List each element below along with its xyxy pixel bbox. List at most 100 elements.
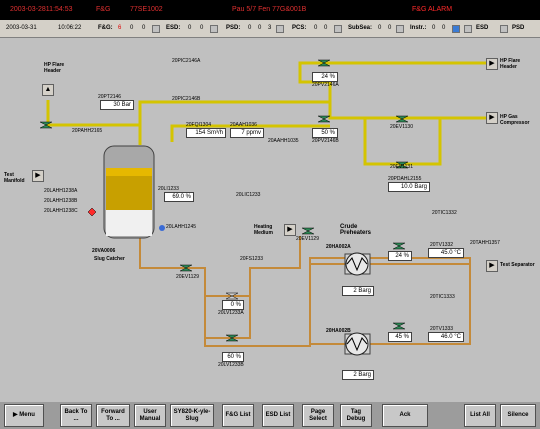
subsea-indicator[interactable] <box>396 25 404 33</box>
back-button[interactable]: Back To ... <box>60 404 92 427</box>
ti1333-value: 46.0 °C <box>428 332 464 342</box>
fg-counter-2: 0 <box>130 25 134 31</box>
alarm-type: F&G ALARM <box>412 6 453 13</box>
lahh1238a-tag: 20LAHH1238A <box>44 188 78 194</box>
vessel-name: Slug Catcher <box>94 256 125 262</box>
pcs-indicator[interactable] <box>334 25 342 33</box>
li1233-tag: 20LI1233 <box>158 186 179 192</box>
fg-indicator[interactable] <box>152 25 160 33</box>
tic1333-tag: 20TIC1333 <box>430 294 455 300</box>
heating-medium-nav[interactable]: ▶ <box>284 224 296 236</box>
alarm-system: F&G <box>96 6 111 13</box>
test-manifold-nav[interactable]: ▶ <box>32 170 44 182</box>
esd-list-button[interactable]: ESD List <box>262 404 294 427</box>
valve-ev1129-heating[interactable] <box>301 227 315 235</box>
status-bar: 2003-03-31 10:06:22 F&G: 6 0 0 ESD: 0 0 … <box>0 20 540 38</box>
psd-mode-label: PSD <box>512 25 525 31</box>
fg-counter-label: F&G: <box>98 25 113 31</box>
lahh1238b-tag: 20LAHH1238B <box>44 198 78 204</box>
valve-pv2146b[interactable] <box>317 115 331 123</box>
crude-preheaters: Crude Preheaters <box>340 224 372 236</box>
tag-debug-button[interactable]: Tag Debug <box>340 404 372 427</box>
pic2146b-tag: 20PIC2146B <box>172 96 201 102</box>
esd-counter-2: 0 <box>200 25 204 31</box>
tv1332-percent: 24 % <box>388 251 412 261</box>
subsea-counter-1: 0 <box>378 25 382 31</box>
instr-counter-2: 0 <box>442 25 446 31</box>
pcs-counter-1: 0 <box>314 25 318 31</box>
ack-button[interactable]: Ack <box>382 404 428 427</box>
tv1333-tag: 20TV1333 <box>430 326 454 332</box>
lv1233b-percent: 60 % <box>222 352 244 362</box>
esd-indicator[interactable] <box>210 25 218 33</box>
valve-tv1333[interactable] <box>392 322 406 330</box>
test-manifold: Test Manifold <box>4 172 25 184</box>
liquid-piping <box>139 236 471 347</box>
valve-tv1332[interactable] <box>392 242 406 250</box>
lv1233a-percent: 0 % <box>222 300 244 310</box>
tic1332-tag: 20TIC1332 <box>432 210 457 216</box>
list-all-button[interactable]: List All <box>464 404 496 427</box>
hp-flare-header-right-nav[interactable]: ▶ <box>486 58 498 70</box>
fg-list-button[interactable]: F&G List <box>222 404 254 427</box>
psd-indicator[interactable] <box>276 25 284 33</box>
silence-button[interactable]: Silence <box>500 404 536 427</box>
li1233-value: 69.0 % <box>164 192 194 202</box>
hp-flare-header-left-nav[interactable]: ▲ <box>42 84 54 96</box>
fqi1304-value: 154 Sm³/h <box>186 128 226 138</box>
subsea-counter-2: 0 <box>388 25 392 31</box>
user-manual-button[interactable]: User Manual <box>134 404 166 427</box>
ev1131-tag: 20EV1131 <box>390 164 413 170</box>
fg-counter-3: 0 <box>142 25 146 31</box>
pv2146b-percent: 50 % <box>312 128 338 138</box>
esd-mode-indicator[interactable] <box>464 25 472 33</box>
lic1233-tag: 20LIC1233 <box>236 192 261 198</box>
piping-lines <box>39 59 492 356</box>
pv2146a-percent: 24 % <box>312 72 338 82</box>
aah1036-value: 7 ppmv <box>230 128 264 138</box>
alarm-bar[interactable]: 2003-03-2811:54:53 F&G 77SE1002 Pau 5/7 … <box>0 0 540 20</box>
menu-label: Menu <box>19 412 35 418</box>
lv1233b-tag: 20LV1233B <box>218 362 244 368</box>
pt2146-tag: 20PT2146 <box>98 94 122 100</box>
pcs-counter-label: PCS: <box>292 25 307 31</box>
heat-exchanger-b[interactable] <box>344 332 371 356</box>
slug-catcher-vessel[interactable] <box>103 145 155 239</box>
forward-button[interactable]: Forward To ... <box>96 404 130 427</box>
fs1233-tag: 20FS1233 <box>240 256 264 262</box>
menu-bar: ▶ Menu Back To ... Forward To ... User M… <box>0 402 540 429</box>
pdahl2155-tag: 20PDAHL2155 <box>388 176 422 182</box>
process-diagram: 30 Bar 154 Sm³/h 7 ppmv 24 % 50 % 10.0 B… <box>0 38 540 402</box>
instr-counter-label: Instr.: <box>410 25 427 31</box>
page-select-button[interactable]: Page Select <box>302 404 334 427</box>
menu-button[interactable]: ▶ Menu <box>4 404 44 427</box>
test-separator-nav[interactable]: ▶ <box>486 260 498 272</box>
instr-indicator[interactable] <box>452 25 460 33</box>
lahh1245-tag: 20LAHH1245 <box>166 224 197 230</box>
pdahl2155-value: 10.0 Barg <box>388 182 430 192</box>
pic2146a-tag: 20PIC2146A <box>172 58 201 64</box>
sy820-button[interactable]: SY820-K-yle-Slug <box>170 404 214 427</box>
hp-gas-compressor-nav[interactable]: ▶ <box>486 112 498 124</box>
vessel-tag: 20VA0006 <box>92 248 116 254</box>
heat-exchanger-a[interactable] <box>344 252 371 276</box>
ha002a-tag: 20HA002A <box>326 244 351 250</box>
aahh1035-tag: 20AAHH1035 <box>268 138 299 144</box>
psd-mode-indicator[interactable] <box>500 25 508 33</box>
ev1129-tag: 20EV1129 <box>176 274 199 280</box>
psd-counter-1: 0 <box>248 25 252 31</box>
psd-counter-label: PSD: <box>226 25 241 31</box>
tahh1357-tag: 20TAHH1357 <box>470 240 500 246</box>
pahh2165-tag: 20PAHH2165 <box>72 128 103 134</box>
hp-gas-compressor: HP Gas Compressor <box>500 114 530 126</box>
esd-counter-1: 0 <box>188 25 192 31</box>
ha002a-pressure: 2 Barg <box>342 286 374 296</box>
fg-counter-1: 6 <box>118 25 122 31</box>
fqi1304-tag: 20FQI1304 <box>186 122 212 128</box>
hp-flare-header-left: HP Flare Header <box>44 62 65 74</box>
status-time: 10:06:22 <box>58 25 82 31</box>
tv1332-tag: 20TV1332 <box>430 242 454 248</box>
ev1129b-tag: 20EV1129 <box>296 236 319 242</box>
aah1036-tag: 20AAH1036 <box>230 122 257 128</box>
esd-mode-label: ESD <box>476 25 489 31</box>
